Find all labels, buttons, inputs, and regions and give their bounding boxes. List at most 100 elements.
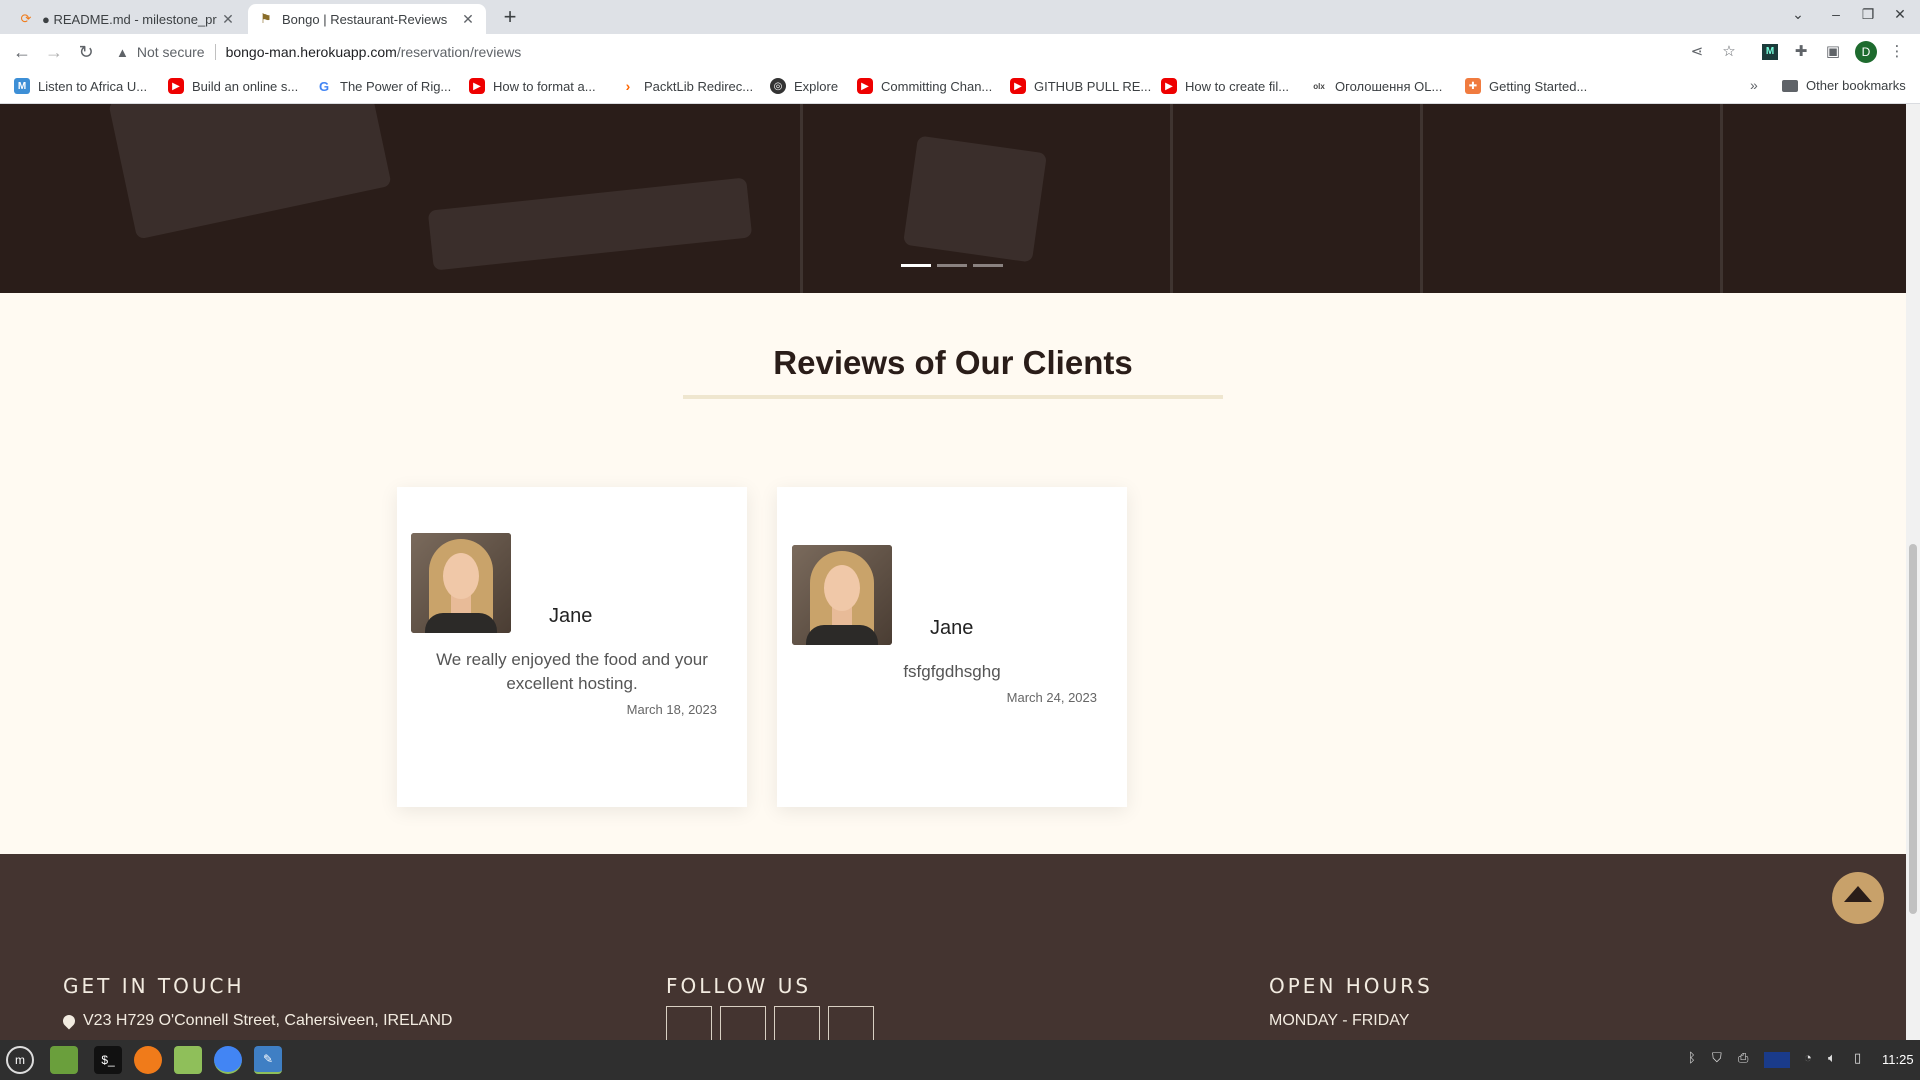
twitter-icon[interactable]	[666, 1006, 712, 1040]
bookmark-item[interactable]: ▶ How to format a...	[469, 78, 596, 94]
files-icon[interactable]	[174, 1046, 202, 1074]
divider	[214, 44, 216, 60]
carousel-indicator[interactable]	[973, 264, 1003, 267]
firefox-icon[interactable]	[134, 1046, 162, 1074]
hero-decor	[902, 135, 1048, 263]
bookmark-label: Explore	[794, 78, 839, 94]
hero-carousel	[0, 104, 1906, 293]
reload-icon[interactable]: ↻	[74, 42, 98, 62]
side-panel-icon[interactable]: ▣	[1822, 42, 1844, 62]
extensions-puzzle-icon[interactable]: ✚	[1790, 42, 1812, 62]
olx-icon: olx	[1311, 78, 1327, 94]
review-date: March 18, 2023	[626, 702, 717, 717]
minimize-icon[interactable]: –	[1826, 6, 1846, 22]
section-title: Reviews of Our Clients	[773, 344, 1133, 381]
bookmark-item[interactable]: olx Оголошення OL...	[1311, 78, 1442, 94]
folder-icon	[1782, 79, 1798, 92]
warning-icon[interactable]: ▲	[116, 45, 129, 60]
bookmark-label: Committing Chan...	[881, 78, 993, 94]
bookmark-item[interactable]: G The Power of Rig...	[316, 78, 451, 94]
tab-title: Bongo | Restaurant-Reviews	[282, 11, 448, 27]
more-bookmarks-button[interactable]: »	[1750, 77, 1758, 93]
instagram-icon[interactable]	[828, 1006, 874, 1040]
hero-decor	[1720, 104, 1723, 293]
mint-menu-icon[interactable]: m	[6, 1046, 34, 1074]
tab-search-icon[interactable]: ⌄	[1788, 6, 1808, 23]
linkedin-icon[interactable]	[774, 1006, 820, 1040]
close-window-icon[interactable]: ✕	[1890, 6, 1910, 23]
bookmark-item[interactable]: ▶ How to create fil...	[1161, 78, 1289, 94]
bookmark-item[interactable]: › PacktLib Redirec...	[620, 78, 753, 94]
youtube-icon: ▶	[469, 78, 485, 94]
shield-icon[interactable]: ⛉	[1712, 1050, 1722, 1066]
profile-avatar[interactable]: D	[1855, 41, 1877, 63]
code-editor-icon: ⟳	[20, 11, 32, 26]
printer-icon[interactable]: ⎙	[1738, 1050, 1748, 1066]
reviewer-avatar	[792, 545, 892, 645]
hours-days: MONDAY - FRIDAY	[1269, 1012, 1410, 1029]
bookmark-label: How to create fil...	[1185, 78, 1290, 94]
url-host[interactable]: bongo-man.herokuapp.com	[226, 44, 397, 60]
carousel-indicator[interactable]	[901, 264, 931, 267]
arrow-up-icon	[1844, 886, 1872, 902]
bookmark-item[interactable]: ✚ Getting Started...	[1465, 78, 1587, 94]
show-desktop-icon[interactable]	[50, 1046, 78, 1074]
restore-icon[interactable]: ❐	[1858, 6, 1878, 23]
youtube-icon: ▶	[1161, 78, 1177, 94]
volume-icon[interactable]: 🔈︎	[1828, 1050, 1836, 1066]
getting-started-icon: ✚	[1465, 78, 1481, 94]
clock[interactable]: 11:25	[1882, 1052, 1914, 1067]
close-tab-icon[interactable]: ✕	[220, 11, 236, 28]
other-bookmarks-folder[interactable]: Other bookmarks	[1782, 78, 1906, 93]
restaurant-icon: ⚑	[260, 11, 272, 26]
bookmark-item[interactable]: ▶ Build an online s...	[168, 78, 298, 94]
tab-readme[interactable]: ⟳ ● README.md - milestone_pr ✕	[8, 4, 246, 34]
bookmark-label: Getting Started...	[1489, 78, 1588, 94]
m-icon: M	[14, 78, 30, 94]
carousel-indicator[interactable]	[937, 264, 967, 267]
bookmark-item[interactable]: ▶ Committing Chan...	[857, 78, 992, 94]
reviewer-name: Jane	[930, 617, 974, 639]
os-taskbar: m $_ ✎ ᛒ ⛉ ⎙ ◔ 🔈︎ ▯ 11:25	[0, 1040, 1920, 1080]
bluetooth-icon[interactable]: ᛒ	[1688, 1050, 1696, 1065]
menu-kebab-icon[interactable]: ⋮	[1886, 42, 1908, 62]
bookmark-star-icon[interactable]: ☆	[1718, 42, 1740, 62]
youtube-icon: ▶	[857, 78, 873, 94]
review-text: We really enjoyed the food and your exce…	[436, 650, 708, 693]
hero-decor	[108, 104, 392, 240]
chrome-icon[interactable]	[214, 1046, 242, 1074]
bookmark-label: How to format a...	[493, 78, 596, 94]
new-tab-button[interactable]: +	[496, 5, 524, 29]
get-in-touch-heading: GET IN TOUCH	[63, 974, 245, 998]
close-tab-icon[interactable]: ✕	[460, 11, 476, 28]
tab-bongo-reviews[interactable]: ⚑ Bongo | Restaurant-Reviews ✕	[248, 4, 486, 34]
facebook-icon[interactable]	[720, 1006, 766, 1040]
wifi-icon[interactable]: ◔	[1804, 1050, 1812, 1065]
back-icon[interactable]: ←	[10, 42, 34, 62]
page-scrollbar[interactable]	[1906, 104, 1920, 1040]
bookmark-item[interactable]: ◎ Explore	[770, 78, 838, 94]
text-editor-icon[interactable]: ✎	[254, 1046, 282, 1074]
hero-decor	[1170, 104, 1173, 293]
review-date: March 24, 2023	[1006, 690, 1097, 705]
bookmarks-bar: M Listen to Africa U... ▶ Build an online …	[0, 70, 1920, 104]
battery-icon[interactable]: ▯	[1854, 1050, 1861, 1066]
security-label[interactable]: Not secure	[137, 44, 205, 60]
forward-icon[interactable]: →	[42, 42, 66, 62]
address-bar[interactable]: ▲ Not secure bongo-man.herokuapp.com/res…	[110, 38, 1710, 66]
review-card: Jane fsfgfgdhsghg March 24, 2023	[777, 487, 1127, 807]
scroll-thumb[interactable]	[1909, 544, 1917, 914]
site-footer: GET IN TOUCH V23 H729 O'Connell Street, …	[0, 854, 1906, 1040]
uk-flag-icon[interactable]	[1764, 1052, 1790, 1068]
bookmark-item[interactable]: M Listen to Africa U...	[14, 78, 147, 94]
youtube-icon: ▶	[168, 78, 184, 94]
url-path[interactable]: /reservation/reviews	[397, 44, 522, 60]
tab-strip: ⟳ ● README.md - milestone_pr ✕ ⚑ Bongo |…	[0, 0, 1920, 34]
carousel-indicators	[901, 264, 1003, 267]
bookmark-item[interactable]: ▶ GITHUB PULL RE...	[1010, 78, 1151, 94]
back-to-top-button[interactable]	[1832, 872, 1884, 924]
extension-m-icon[interactable]: M	[1762, 44, 1778, 60]
share-icon[interactable]: ⋖	[1686, 42, 1708, 62]
address: V23 H729 O'Connell Street, Cahersiveen, …	[60, 1012, 452, 1030]
terminal-icon[interactable]: $_	[94, 1046, 122, 1074]
